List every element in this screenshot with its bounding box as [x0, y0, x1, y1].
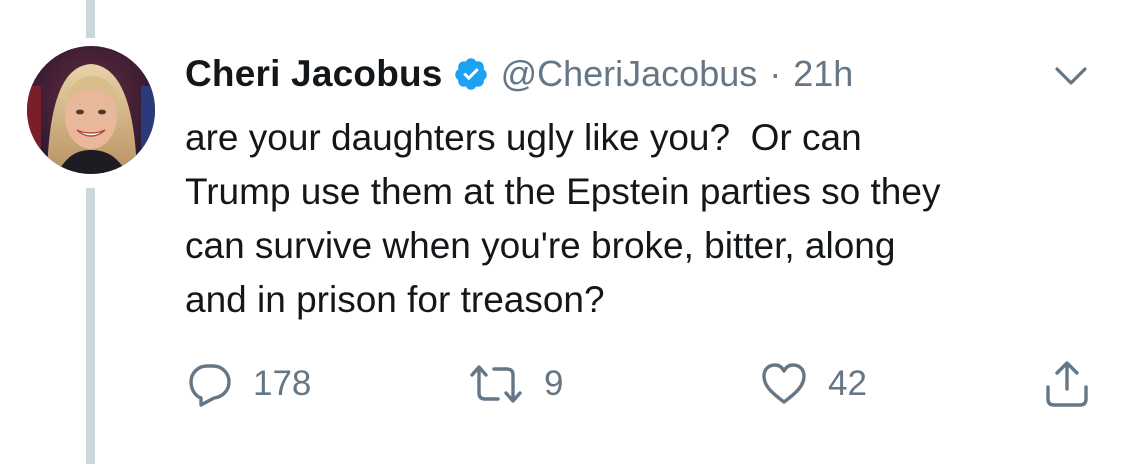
thread-line-top	[86, 0, 95, 38]
separator-dot: ·	[769, 53, 782, 94]
like-count: 42	[828, 364, 867, 403]
verified-badge-icon	[454, 58, 487, 90]
heart-icon	[762, 363, 806, 404]
timestamp[interactable]: 21h	[793, 53, 853, 95]
tweet-text: are your daughters ugly like you? Or can…	[185, 111, 1095, 327]
tweet-text-line: are your daughters ugly like you? Or can	[185, 117, 862, 158]
like-button[interactable]: 42	[760, 356, 867, 412]
avatar[interactable]	[27, 46, 155, 174]
chevron-down-icon[interactable]	[1053, 64, 1089, 88]
user-handle[interactable]: @CheriJacobus	[501, 53, 758, 95]
retweet-count: 9	[544, 364, 564, 403]
tweet-header: Cheri Jacobus @CheriJacobus · 21h	[185, 50, 853, 98]
reply-button[interactable]: 178	[187, 356, 311, 412]
retweet-button[interactable]: 9	[468, 356, 563, 412]
reply-count: 178	[253, 364, 312, 403]
thread-line-bottom	[86, 188, 95, 464]
tweet-text-line: Trump use them at the Epstein parties so…	[185, 171, 941, 212]
reply-icon	[189, 364, 231, 407]
share-icon	[1046, 361, 1088, 407]
retweet-icon	[470, 365, 522, 403]
tweet-text-line: and in prison for treason?	[185, 279, 605, 320]
share-button[interactable]	[1043, 356, 1091, 412]
tweet-text-line: can survive when you're broke, bitter, a…	[185, 225, 896, 266]
display-name[interactable]: Cheri Jacobus	[185, 53, 443, 95]
